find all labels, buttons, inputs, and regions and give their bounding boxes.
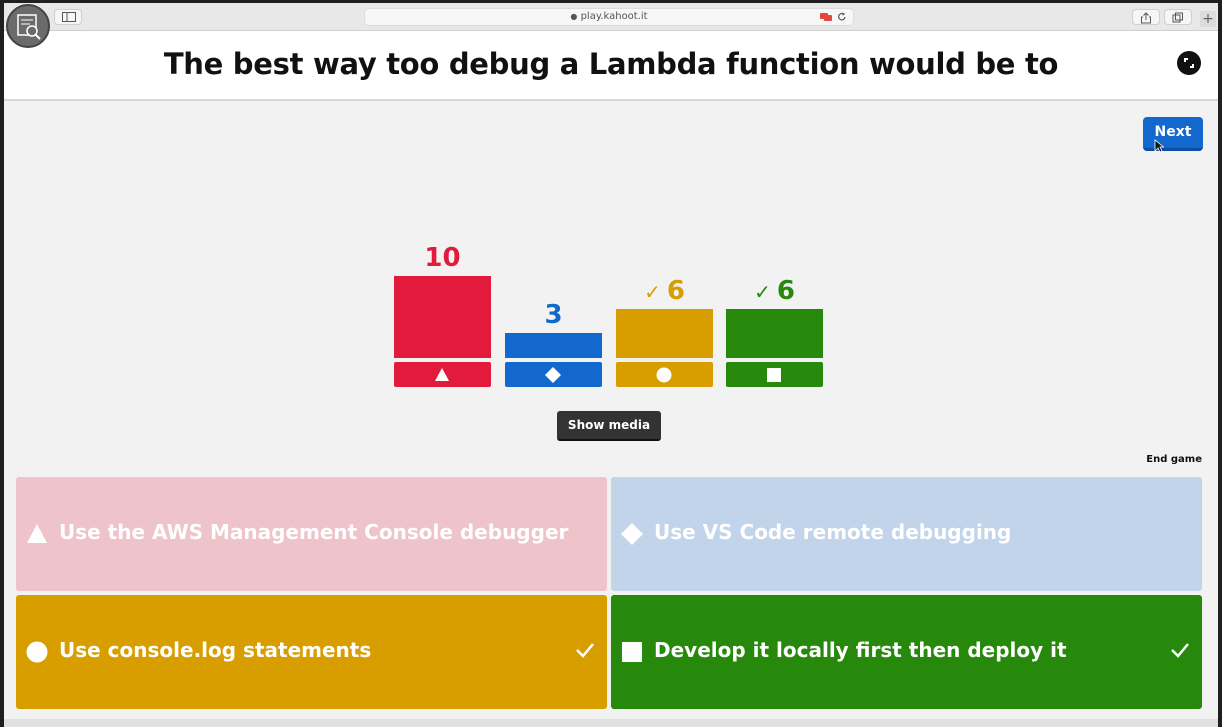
square-icon [767,368,781,382]
sidebar-toggle-button[interactable] [54,9,82,25]
results-area: Next 10 3 ✓ 6 ✓ 6 Show media End game Use the… [4,101,1218,727]
magnifier-icon [17,14,41,40]
triangle-icon [435,368,449,381]
square-icon [622,642,642,662]
address-bar[interactable]: ● play.kahoot.it [364,8,854,26]
answer-tile-diamond: Use VS Code remote debugging [611,477,1202,591]
diamond-icon [621,523,643,545]
result-bar-fill [616,309,713,358]
sidebar-icon [62,12,76,22]
result-bar-base [726,362,823,387]
share-icon [1141,12,1151,24]
browser-toolbar: ● play.kahoot.it + [4,3,1218,31]
result-count: 10 [424,243,461,273]
result-count: ✓ 6 [644,276,685,306]
show-media-button[interactable]: Show media [557,411,661,441]
result-count: ✓ 6 [754,276,795,306]
lock-icon: ● [570,12,578,21]
result-bar-base [394,362,491,387]
browser-window: ● play.kahoot.it + The best way too debu… [4,3,1218,727]
new-tab-button[interactable]: + [1200,11,1216,27]
answer-text: Use console.log statements [59,638,372,662]
question-title: The best way too debug a Lambda function… [163,47,1059,81]
result-count: 3 [544,300,563,330]
result-bar-base [616,362,713,387]
circle-icon [26,641,48,663]
correct-check-icon [1171,643,1189,658]
triangle-icon [27,524,47,543]
result-bar-fill [505,333,602,358]
result-bar-fill [394,276,491,358]
fullscreen-button[interactable] [1177,51,1201,75]
result-bar-fill [726,309,823,358]
correct-check-icon: ✓ [754,280,771,304]
screen-recorder-badge[interactable] [6,4,50,48]
tabs-overview-button[interactable] [1164,9,1192,25]
end-game-button[interactable]: End game [1146,454,1202,465]
correct-check-icon [576,643,594,658]
url-text: ● play.kahoot.it [570,11,648,22]
reload-icon[interactable] [837,12,847,22]
mouse-cursor-icon [1154,139,1164,153]
answer-tile-square: Develop it locally first then deploy it [611,595,1202,709]
circle-icon [656,367,672,383]
bottom-strip [4,719,1218,727]
tabs-icon [1172,12,1183,23]
extension-icon[interactable] [820,12,832,22]
share-button[interactable] [1132,9,1160,25]
result-bar-base [505,362,602,387]
question-header: The best way too debug a Lambda function… [4,31,1218,101]
answer-text: Use VS Code remote debugging [654,520,1012,544]
answer-tile-circle: Use console.log statements [16,595,607,709]
answer-text: Use the AWS Management Console debugger [59,520,569,544]
diamond-icon [545,367,561,383]
fullscreen-icon [1184,58,1194,68]
correct-check-icon: ✓ [644,280,661,304]
next-button[interactable]: Next [1143,117,1203,151]
answer-text: Develop it locally first then deploy it [654,638,1067,662]
answer-tile-triangle: Use the AWS Management Console debugger [16,477,607,591]
